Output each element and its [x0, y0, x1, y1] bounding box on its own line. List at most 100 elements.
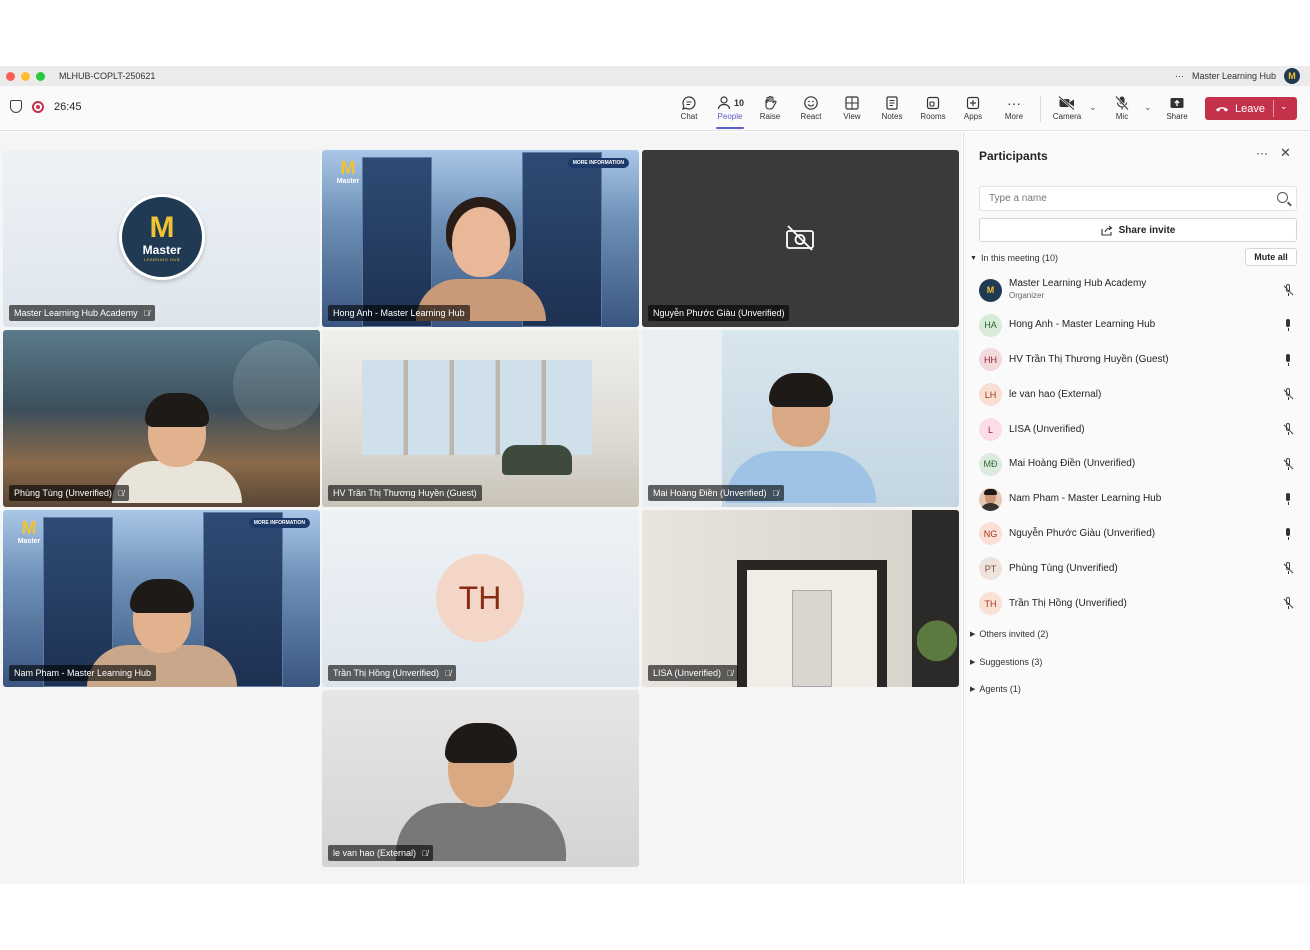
mic-off-icon: 🎙̸: [422, 848, 429, 858]
mic-off-icon[interactable]: [1283, 457, 1293, 471]
participant-row[interactable]: Nam Pham - Master Learning Hub: [979, 482, 1297, 517]
video-tile[interactable]: M Master MORE INFORMATION Hong Anh - Mast…: [322, 150, 639, 327]
grid-view-icon: [832, 94, 872, 112]
mic-icon[interactable]: [1283, 527, 1293, 541]
mic-off-icon[interactable]: [1283, 597, 1293, 610]
account-name: Master Learning Hub: [1191, 71, 1276, 81]
share-screen-icon: [1157, 94, 1197, 112]
others-invited-section-toggle[interactable]: ▶ Others invited (2): [970, 629, 1048, 639]
participant-name-label: Nam Pham - Master Learning Hub: [9, 665, 157, 681]
leave-button[interactable]: Leave ⌄: [1205, 97, 1297, 120]
more-options-icon[interactable]: ···: [1175, 71, 1184, 81]
video-stage: M Master LEARNING HUB Master Learning Hu…: [0, 132, 962, 884]
caret-down-icon: ▼: [970, 254, 977, 262]
close-window-button[interactable]: [6, 71, 15, 81]
panel-title: Participants: [979, 149, 1048, 163]
title-bar: MLHUB-COPLT-250621 ··· Master Learning H…: [0, 66, 1310, 86]
share-icon: [1101, 225, 1113, 236]
meeting-timer: 26:45: [54, 100, 82, 113]
video-tile[interactable]: LISA (Unverified) 🎙̸: [642, 510, 959, 687]
avatar: HA: [979, 313, 1002, 337]
leave-options-chevron-icon[interactable]: ⌄: [1280, 101, 1288, 112]
raise-hand-button[interactable]: Raise: [750, 94, 790, 121]
react-button[interactable]: React: [791, 94, 831, 121]
people-icon: 10: [710, 94, 750, 112]
video-tile[interactable]: TH Trần Thị Hồng (Unverified) 🎙̸: [322, 510, 639, 687]
participant-name-label: LISA (Unverified) 🎙̸: [648, 665, 739, 681]
in-meeting-section-toggle[interactable]: ▼ In this meeting (10): [970, 253, 1058, 263]
mic-off-icon[interactable]: [1283, 284, 1293, 297]
mic-off-icon[interactable]: [1283, 388, 1293, 401]
mic-off-icon: 🎙̸: [143, 308, 150, 318]
more-button[interactable]: ··· More: [994, 94, 1034, 121]
agents-section-toggle[interactable]: ▶ Agents (1): [970, 684, 1021, 694]
camera-button[interactable]: Camera: [1047, 94, 1087, 121]
cabinet: [792, 590, 832, 687]
people-button[interactable]: 10 People: [710, 94, 750, 129]
avatar: MĐ: [979, 452, 1002, 476]
video-tile[interactable]: Phùng Tùng (Unverified) 🎙̸: [3, 330, 320, 507]
close-icon[interactable]: ✕: [1280, 145, 1291, 161]
minimize-window-button[interactable]: [21, 71, 30, 81]
toolbar-divider: [1040, 96, 1041, 122]
avatar: HH: [979, 348, 1002, 372]
mic-off-icon: 🎙̸: [117, 488, 124, 498]
avatar: NG: [979, 522, 1002, 546]
participant-name-label: Mai Hoàng Điền (Unverified) 🎙̸: [648, 485, 784, 501]
mic-icon[interactable]: [1283, 353, 1293, 367]
notes-button[interactable]: Notes: [872, 94, 912, 121]
video-tile[interactable]: Mai Hoàng Điền (Unverified) 🎙̸: [642, 330, 959, 507]
avatar: LH: [979, 383, 1002, 407]
mic-icon[interactable]: [1283, 492, 1293, 506]
participants-panel: Participants ··· ✕ Type a name Share inv…: [963, 132, 1310, 884]
mic-off-icon[interactable]: [1283, 423, 1293, 436]
participant-row[interactable]: TH Trần Thị Hồng (Unverified): [979, 586, 1297, 621]
rooms-icon: [913, 94, 953, 112]
share-button[interactable]: Share: [1157, 94, 1197, 121]
window-controls: [6, 71, 45, 81]
mic-button[interactable]: Mic: [1102, 94, 1142, 121]
window-title: MLHUB-COPLT-250621: [59, 71, 156, 81]
mic-icon[interactable]: [1283, 318, 1293, 332]
participant-row[interactable]: M Master Learning Hub Academy Organizer: [979, 273, 1297, 308]
participant-row[interactable]: L LISA (Unverified): [979, 412, 1297, 447]
apps-button[interactable]: Apps: [953, 94, 993, 121]
video-tile[interactable]: M Master LEARNING HUB Master Learning Hu…: [3, 150, 320, 327]
share-invite-button[interactable]: Share invite: [979, 218, 1297, 242]
camera-options-chevron-icon[interactable]: ⌄: [1089, 102, 1097, 113]
mic-off-icon[interactable]: [1283, 562, 1293, 575]
participant-row[interactable]: PT Phùng Tùng (Unverified): [979, 551, 1297, 586]
search-icon: [1277, 192, 1288, 203]
video-tile[interactable]: M Master MORE INFORMATION Nam Pham - Mast…: [3, 510, 320, 687]
participant-name-label: Phùng Tùng (Unverified) 🎙̸: [9, 485, 129, 501]
avatar: L: [979, 418, 1002, 442]
participant-row[interactable]: HH HV Trần Thị Thương Huyền (Guest): [979, 343, 1297, 378]
shield-icon[interactable]: [10, 100, 22, 113]
suggestions-section-toggle[interactable]: ▶ Suggestions (3): [970, 657, 1042, 667]
organizer-logo: M Master LEARNING HUB: [119, 194, 205, 280]
avatar: TH: [436, 554, 524, 642]
camera-off-icon: [786, 225, 814, 251]
participant-row[interactable]: MĐ Mai Hoàng Điền (Unverified): [979, 447, 1297, 482]
avatar: M: [979, 278, 1002, 302]
add-apps-icon: [953, 94, 993, 112]
notes-icon: [872, 94, 912, 112]
video-tile[interactable]: le van hao (External) 🎙̸: [322, 690, 639, 867]
participant-row[interactable]: HA Hong Anh - Master Learning Hub: [979, 308, 1297, 343]
mute-all-button[interactable]: Mute all: [1245, 248, 1297, 266]
search-input[interactable]: Type a name: [979, 186, 1297, 211]
more-options-icon[interactable]: ···: [1256, 146, 1268, 160]
mic-off-icon: [1102, 94, 1142, 112]
video-tile[interactable]: Nguyễn Phước Giàu (Unverified): [642, 150, 959, 327]
video-tile[interactable]: HV Trần Thị Thương Huyền (Guest): [322, 330, 639, 507]
rooms-button[interactable]: Rooms: [913, 94, 953, 121]
participant-name-label: Hong Anh - Master Learning Hub: [328, 305, 470, 321]
mic-options-chevron-icon[interactable]: ⌄: [1144, 102, 1152, 113]
zoom-window-button[interactable]: [36, 71, 45, 81]
view-button[interactable]: View: [832, 94, 872, 121]
participant-row[interactable]: LH le van hao (External): [979, 377, 1297, 412]
people-count: 10: [733, 98, 744, 108]
participant-row[interactable]: NG Nguyễn Phước Giàu (Unverified): [979, 517, 1297, 552]
chat-button[interactable]: Chat: [669, 94, 709, 121]
account-avatar[interactable]: M: [1284, 68, 1300, 84]
